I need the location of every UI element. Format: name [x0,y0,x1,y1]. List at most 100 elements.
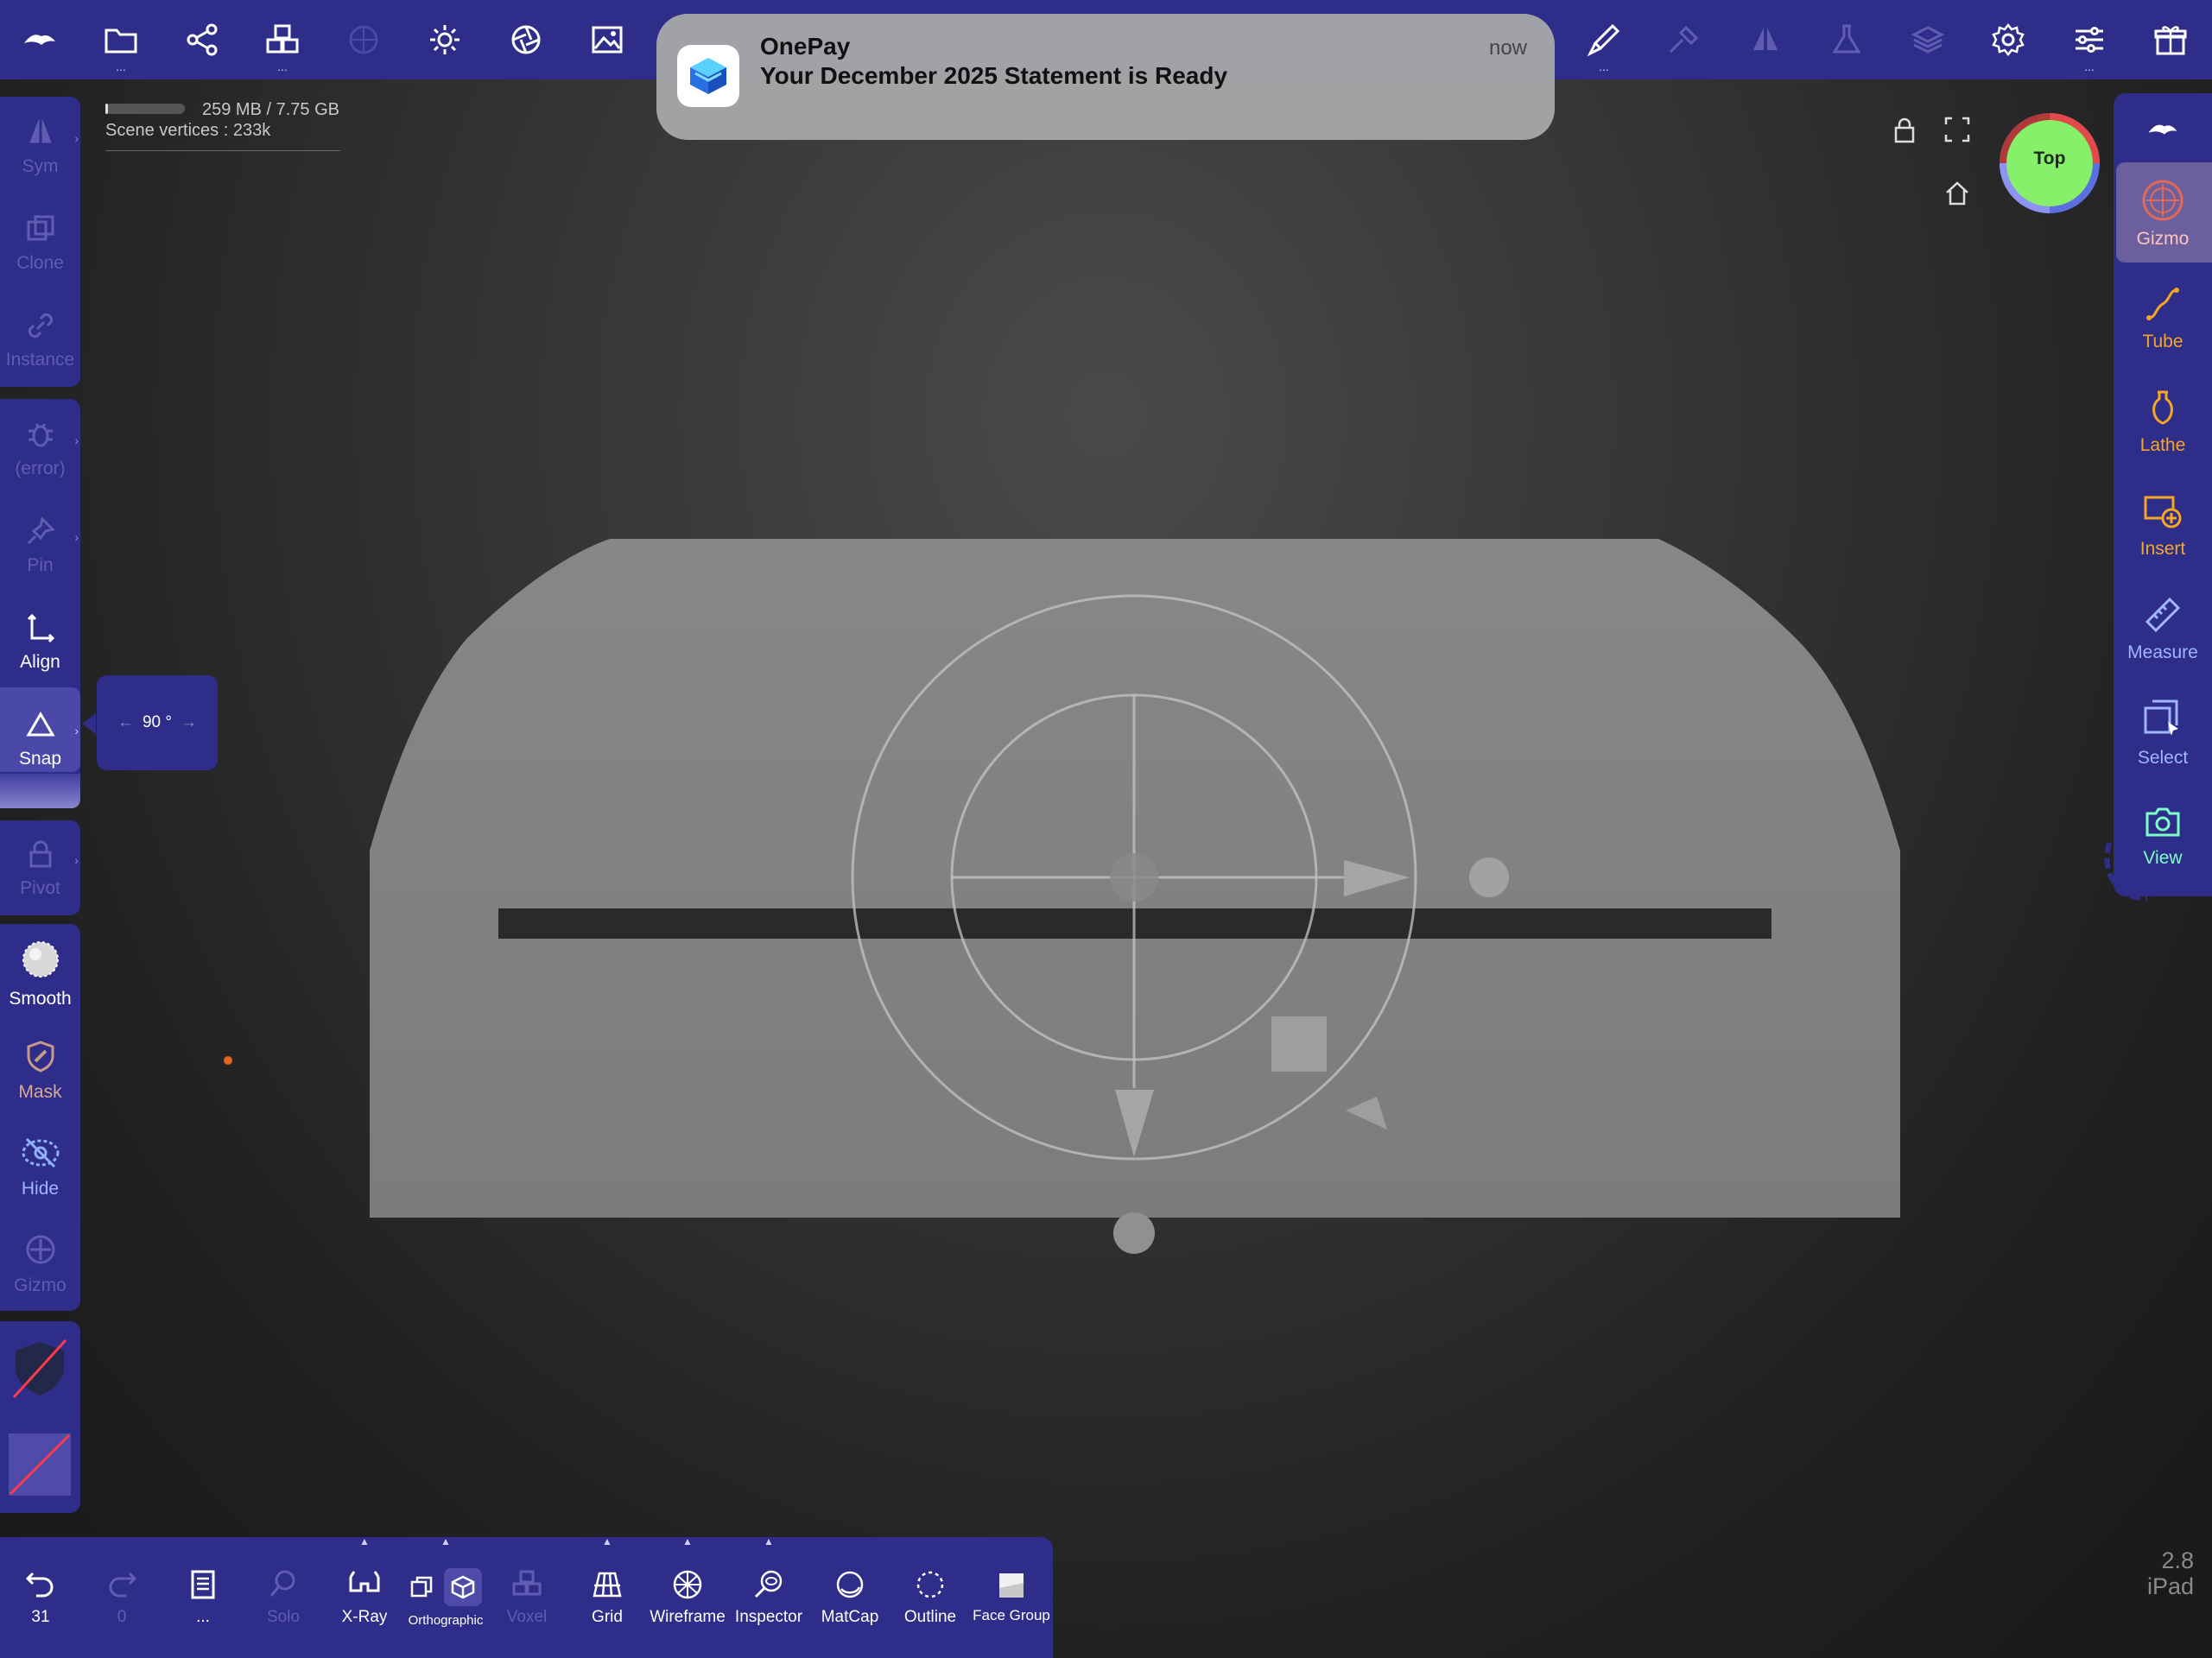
gizmo-scale-handle-x [1469,857,1509,897]
gizmo-tool-button[interactable]: Gizmo [2114,162,2212,264]
wireframe-button[interactable]: Wireframe [646,1537,729,1658]
gizmo-left-label: Gizmo [14,1275,67,1295]
redo-button[interactable]: 0 [97,1537,147,1658]
voxel-button[interactable]: Voxel [499,1537,555,1658]
pin-label: Pin [27,555,54,575]
snap-decrease-arrow[interactable]: ← [117,713,134,732]
smooth-button[interactable]: Smooth [0,927,80,1021]
measure-tool-button[interactable]: Measure [2114,579,2212,680]
perspective-icon [410,1576,433,1597]
xray-more-indicator: ▲ [359,1535,370,1547]
sym-label: Sym [22,156,59,176]
insert-icon [2144,496,2182,528]
lathe-icon [2152,390,2173,425]
solo-label: Solo [266,1608,301,1626]
undo-button[interactable]: 31 [16,1537,66,1658]
symmetry-icon [29,119,52,143]
error-label: (error) [15,459,66,478]
gizmo-center [1110,853,1158,902]
pivot-button[interactable]: Pivot › [0,822,80,915]
lathe-tool-button[interactable]: Lathe [2114,371,2212,473]
align-button[interactable]: Align [0,596,80,689]
material-color-slot[interactable] [9,1433,71,1496]
error-button[interactable]: (error) › [0,402,80,496]
xray-button[interactable]: X-Ray [332,1537,397,1658]
smooth-label: Smooth [9,989,72,1009]
face-group-button[interactable]: Face Group [971,1537,1052,1658]
glasses-icon [349,1571,380,1592]
gizmo-plane-handle [1271,1016,1327,1072]
grid-more-indicator: ▲ [602,1535,612,1547]
inspector-label: Inspector [734,1608,803,1626]
hide-label: Hide [21,1179,60,1199]
home-view-icon[interactable] [1943,180,1971,207]
ortho-more-indicator: ▲ [440,1535,451,1547]
snap-button[interactable]: Snap › [0,693,80,786]
undo-icon [25,1572,54,1598]
grid-button[interactable]: Grid [579,1537,636,1658]
smooth-icon [22,941,59,978]
view-cube[interactable]: Top [1997,111,2102,216]
snap-angle-value: 90 ° [142,713,172,731]
mask-shield-icon [27,1041,54,1073]
select-tool-button[interactable]: Select [2114,682,2212,784]
matcap-button[interactable]: MatCap [819,1537,881,1658]
view-cube-label: Top [2033,149,2066,168]
lock-view-icon[interactable] [1892,116,1917,145]
inspector-button[interactable]: Inspector [731,1537,807,1658]
material-shield-slot[interactable] [9,1337,71,1399]
align-icon [27,613,54,643]
scroll-indicator-icon [2104,842,2148,902]
wireframe-icon [673,1570,702,1599]
instance-button[interactable]: Instance [0,294,80,387]
gizmo-left-button[interactable]: Gizmo [0,1218,80,1311]
fullscreen-icon[interactable] [1943,116,1971,143]
orthographic-button[interactable]: Orthographic [396,1537,496,1658]
link-icon [28,313,53,339]
bug-icon [28,423,53,447]
clone-button[interactable]: Clone [0,197,80,290]
notification-banner[interactable]: OnePay Your December 2025 Statement is R… [656,14,1555,140]
wireframe-label: Wireframe [650,1608,726,1626]
snap-popup-pointer [82,713,96,734]
search-icon [269,1570,295,1597]
clone-icon [27,215,54,241]
snap-increase-arrow[interactable]: → [181,713,197,732]
redo-count: 0 [117,1608,127,1626]
inspector-icon [754,1570,783,1598]
hide-button[interactable]: Hide [0,1121,80,1214]
camera-icon [2145,807,2180,837]
select-icon [2144,699,2178,736]
gizmo-bottom-handle [1113,1212,1155,1254]
lock-icon [29,840,51,868]
outline-icon [916,1571,944,1598]
wireframe-more-indicator: ▲ [682,1535,693,1547]
snap-angle-popup[interactable]: ← 90 ° → [97,675,218,770]
view-tool-label: View [2143,848,2183,868]
ruler-icon [2145,597,2181,633]
instance-label: Instance [5,350,75,370]
book-button[interactable]: ... [177,1537,229,1658]
redo-icon [109,1572,137,1598]
solo-button[interactable]: Solo [256,1537,311,1658]
mask-button[interactable]: Mask [0,1024,80,1117]
notification-time: now [1488,36,1527,60]
grid-label: Grid [592,1608,623,1626]
viewport[interactable] [0,0,2212,1658]
no-color-icon [9,1433,71,1496]
align-label: Align [20,652,60,672]
xray-label: X-Ray [341,1608,388,1626]
insert-tool-button[interactable]: Insert [2114,475,2212,577]
nomad-menu-icon[interactable] [2114,97,2212,162]
tube-tool-button[interactable]: Tube [2114,268,2212,370]
pin-button[interactable]: Pin › [0,499,80,592]
gizmo-icon [26,1235,54,1264]
outline-button[interactable]: Outline [900,1537,960,1658]
version-device: iPad [2146,1573,2194,1599]
orange-marker [224,1056,232,1065]
face-group-icon [999,1573,1024,1598]
triangle-icon [25,712,55,737]
sym-button[interactable]: Sym › [0,100,80,193]
clone-label: Clone [16,253,64,273]
hide-icon [22,1137,59,1168]
